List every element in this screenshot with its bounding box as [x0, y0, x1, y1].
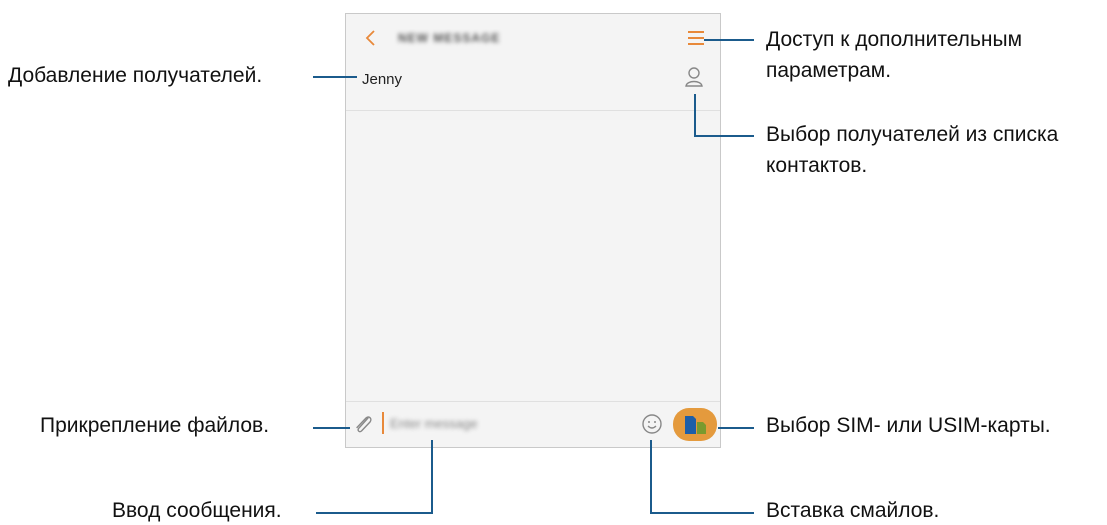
sim-callout-line — [718, 427, 754, 429]
emoji-callout-line-h — [650, 512, 754, 514]
sim-select-button[interactable] — [673, 408, 717, 441]
menu-callout-line — [704, 39, 754, 41]
compose-bar: Enter message — [346, 401, 720, 447]
message-composer-screen: NEW MESSAGE Jenny Enter message — [345, 13, 721, 448]
contacts-callout-line-h — [694, 135, 754, 137]
top-bar: NEW MESSAGE — [346, 14, 720, 64]
recipient-name: Jenny — [362, 71, 403, 88]
sim-label: Выбор SIM- или USIM-карты. — [766, 414, 1051, 437]
text-cursor — [382, 412, 384, 434]
attach-label: Прикрепление файлов. — [40, 414, 270, 437]
screen-title: NEW MESSAGE — [398, 31, 501, 45]
menu-label-2: параметрам. — [766, 59, 892, 82]
contacts-label-1: Выбор получателей из списка — [766, 123, 1059, 146]
input-callout-line-v — [431, 440, 433, 514]
attach-callout-line — [313, 427, 350, 429]
smiley-icon[interactable] — [641, 413, 663, 435]
recipients-callout-line — [313, 76, 357, 78]
menu-label-1: Доступ к дополнительным — [766, 28, 1023, 51]
emoji-label: Вставка смайлов. — [766, 499, 940, 522]
contacts-label-2: контактов. — [766, 154, 868, 177]
back-icon[interactable] — [364, 28, 380, 48]
sim-icon — [685, 416, 706, 434]
input-label: Ввод сообщения. — [112, 499, 282, 522]
paperclip-icon[interactable] — [352, 412, 374, 436]
contacts-callout-line-v — [694, 94, 696, 137]
add-recipients-label: Добавление получателей. — [8, 64, 263, 87]
person-icon[interactable] — [684, 66, 704, 88]
menu-icon[interactable] — [688, 31, 704, 45]
message-input[interactable]: Enter message — [390, 416, 477, 431]
emoji-callout-line-v — [650, 440, 652, 514]
recipient-field[interactable]: Jenny — [346, 64, 720, 111]
input-callout-line-h — [316, 512, 433, 514]
